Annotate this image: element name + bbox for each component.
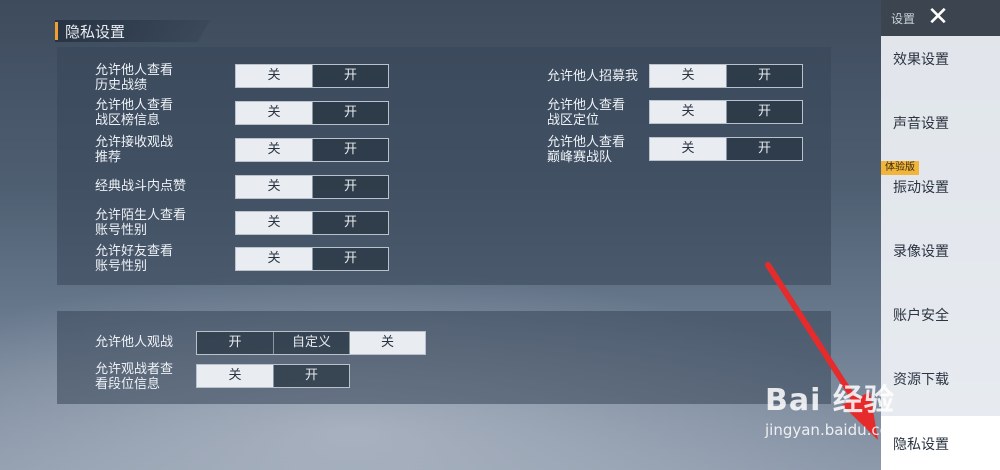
toggle-spectate-rank: 关 开 <box>196 364 350 388</box>
row-allow-spectate: 允许他人观战 开 自定义 关 <box>95 331 495 361</box>
setting-label: 允许他人查看 巅峰赛战队 <box>547 135 626 165</box>
toggle-off-option[interactable]: 关 <box>236 212 312 234</box>
toggle-on-option[interactable]: 开 <box>726 138 802 160</box>
toggle-recruit: 关 开 <box>649 64 803 88</box>
setting-label: 经典战斗内点赞 <box>95 179 187 194</box>
toggle-off-option[interactable]: 关 <box>236 102 312 124</box>
trial-badge: 体验版 <box>881 161 919 175</box>
toggle-on-option[interactable]: 开 <box>312 212 388 234</box>
setting-label: 允许观战者查 看段位信息 <box>95 362 174 392</box>
setting-label: 允许好友查看 账号性别 <box>95 244 174 274</box>
toggle-off-option[interactable]: 关 <box>236 176 312 198</box>
row-zone-location: 允许他人查看 战区定位 关 开 <box>547 98 807 128</box>
accent-bar <box>55 22 58 40</box>
segmented-allow-spectate: 开 自定义 关 <box>196 331 426 355</box>
row-friend-gender: 允许好友查看 账号性别 关 开 <box>95 244 395 274</box>
toggle-zone-rank: 关 开 <box>235 101 389 125</box>
privacy-panel: 允许他人查看 历史战绩 关 开 允许他人查看 战区榜信息 关 开 允许接收观战 … <box>57 47 831 285</box>
watermark-logo: Bai 经验 <box>765 383 895 418</box>
setting-label: 允许陌生人查看 账号性别 <box>95 208 187 238</box>
setting-label: 允许接收观战 推荐 <box>95 135 174 165</box>
toggle-on-option[interactable]: 开 <box>273 365 349 387</box>
setting-label: 允许他人查看 历史战绩 <box>95 63 174 93</box>
watermark: Bai 经验 jingyan.baidu.com <box>765 375 965 455</box>
row-recruit: 允许他人招募我 关 开 <box>547 64 807 94</box>
toggle-off-option[interactable]: 关 <box>236 248 312 270</box>
toggle-on-option[interactable]: 开 <box>726 65 802 87</box>
toggle-on-option[interactable]: 开 <box>312 102 388 124</box>
toggle-classic-like: 关 开 <box>235 175 389 199</box>
toggle-off-option[interactable]: 关 <box>197 365 273 387</box>
row-zone-rank: 允许他人查看 战区榜信息 关 开 <box>95 98 395 128</box>
row-stranger-gender: 允许陌生人查看 账号性别 关 开 <box>95 208 395 238</box>
toggle-friend-gender: 关 开 <box>235 247 389 271</box>
page-title: 隐私设置 <box>65 23 126 41</box>
segment-option-custom[interactable]: 自定义 <box>273 332 349 354</box>
row-peak-team: 允许他人查看 巅峰赛战队 关 开 <box>547 135 807 165</box>
section-header: 隐私设置 <box>55 20 210 42</box>
toggle-on-option[interactable]: 开 <box>312 248 388 270</box>
toggle-off-option[interactable]: 关 <box>650 65 726 87</box>
toggle-off-option[interactable]: 关 <box>236 139 312 161</box>
toggle-on-option[interactable]: 开 <box>312 176 388 198</box>
toggle-peak-team: 关 开 <box>649 137 803 161</box>
segment-option-on[interactable]: 开 <box>197 332 273 354</box>
toggle-spectate-recommend: 关 开 <box>235 138 389 162</box>
setting-label: 允许他人观战 <box>95 335 174 350</box>
sidebar-item-recording[interactable]: 录像设置 <box>881 224 1000 280</box>
setting-label: 允许他人查看 战区定位 <box>547 98 626 128</box>
close-icon[interactable]: ✕ <box>925 4 951 30</box>
row-history-record: 允许他人查看 历史战绩 关 开 <box>95 63 395 93</box>
row-spectate-rank: 允许观战者查 看段位信息 关 开 <box>95 362 395 392</box>
toggle-history-record: 关 开 <box>235 64 389 88</box>
toggle-on-option[interactable]: 开 <box>726 101 802 123</box>
setting-label: 允许他人查看 战区榜信息 <box>95 98 174 128</box>
segment-option-off[interactable]: 关 <box>349 332 425 354</box>
sidebar-item-effects[interactable]: 效果设置 <box>881 32 1000 88</box>
sidebar-item-sound[interactable]: 声音设置 <box>881 96 1000 152</box>
toggle-off-option[interactable]: 关 <box>650 101 726 123</box>
row-spectate-recommend: 允许接收观战 推荐 关 开 <box>95 135 395 165</box>
watermark-url: jingyan.baidu.com <box>765 421 904 439</box>
toggle-zone-location: 关 开 <box>649 100 803 124</box>
sidebar-title: 设置 <box>891 12 916 26</box>
toggle-off-option[interactable]: 关 <box>650 138 726 160</box>
spectate-panel: 允许他人观战 开 自定义 关 允许观战者查 看段位信息 关 开 <box>57 311 831 404</box>
row-classic-like: 经典战斗内点赞 关 开 <box>95 175 395 205</box>
toggle-on-option[interactable]: 开 <box>312 65 388 87</box>
sidebar-header: 设置 ✕ <box>881 0 1000 36</box>
toggle-on-option[interactable]: 开 <box>312 139 388 161</box>
sidebar-item-account-security[interactable]: 账户安全 <box>881 288 1000 344</box>
toggle-stranger-gender: 关 开 <box>235 211 389 235</box>
toggle-off-option[interactable]: 关 <box>236 65 312 87</box>
